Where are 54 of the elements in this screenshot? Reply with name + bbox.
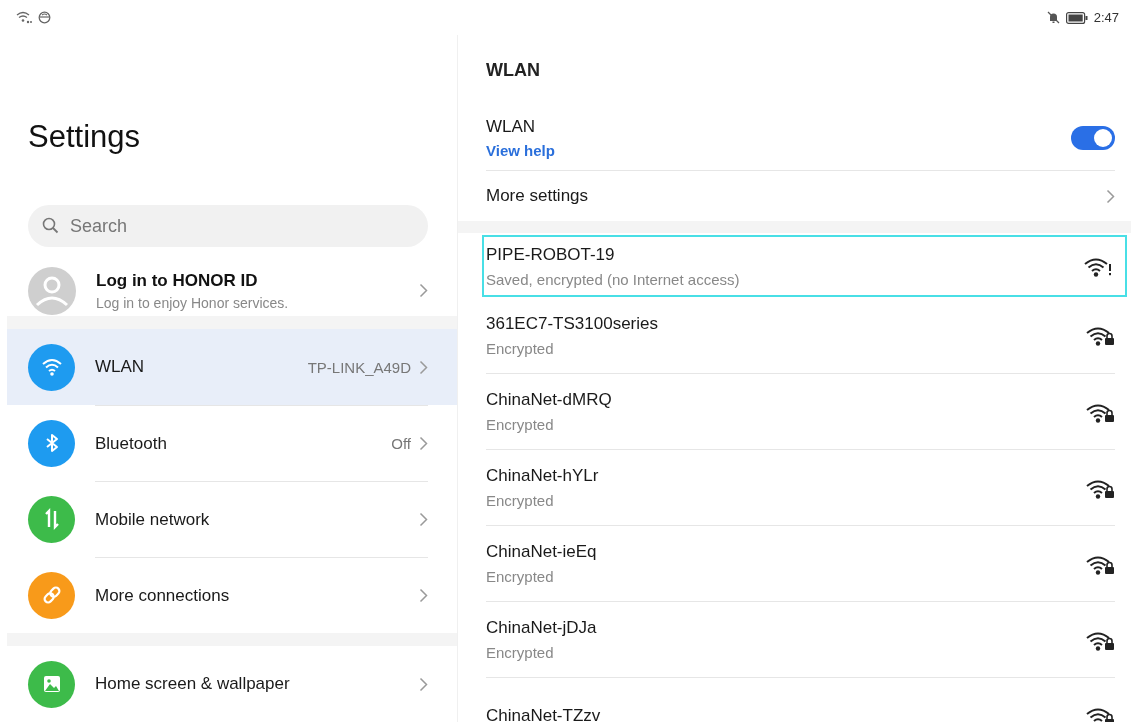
item-label: More connections — [95, 585, 231, 606]
settings-item[interactable]: WLAN TP-LINK_A49D — [7, 329, 457, 405]
chevron-right-icon — [419, 283, 428, 298]
wlan-toggle-label: WLAN — [486, 116, 536, 137]
chevron-right-icon — [419, 512, 428, 527]
chevron-right-icon — [419, 676, 428, 692]
account-title[interactable]: Log in to HONOR ID — [96, 270, 399, 291]
battery-icon — [1065, 11, 1088, 24]
chevron-right-icon — [1106, 188, 1115, 204]
clock-time: 2:47 — [1093, 10, 1119, 25]
item-label: WLAN — [95, 357, 146, 377]
network-name: ChinaNet-dMRQ — [486, 390, 612, 410]
network-name: PIPE-ROBOT-19 — [486, 244, 615, 265]
network-name: 361EC7-TS3100series — [486, 313, 658, 334]
view-help-link[interactable]: View help — [486, 141, 555, 159]
item-label: Mobile network — [95, 509, 211, 530]
network-item[interactable]: ChinaNet-TZzv — [486, 677, 1115, 722]
network-item[interactable]: ChinaNet-ieEq Encrypted — [486, 525, 1115, 601]
network-status: Encrypted — [486, 568, 554, 585]
network-name: ChinaNet-hYLr — [486, 466, 599, 486]
item-value: TP-LINK_A49D — [307, 358, 411, 376]
page-title: Settings — [28, 118, 140, 156]
avatar-icon — [28, 266, 76, 315]
wifi-signal-icon — [16, 11, 32, 24]
chevron-right-icon — [419, 436, 428, 451]
network-name: ChinaNet-jDJa — [486, 618, 597, 638]
network-status: Encrypted — [486, 339, 554, 357]
network-status: Saved, encrypted (no Internet access) — [486, 270, 740, 288]
search-icon — [42, 217, 59, 234]
settings-item[interactable]: Home screen & wallpaper — [7, 646, 457, 722]
network-name: ChinaNet-ieEq — [486, 542, 597, 562]
settings-item[interactable]: Bluetooth Off — [7, 405, 457, 481]
account-subtitle: Log in to enjoy Honor services. — [96, 294, 290, 311]
settings-item[interactable]: Mobile network — [7, 481, 457, 557]
network-status: Encrypted — [486, 492, 554, 509]
network-item[interactable]: ChinaNet-jDJa Encrypted — [486, 601, 1115, 677]
more-settings-label[interactable]: More settings — [486, 186, 1106, 206]
muted-bell-icon — [1046, 11, 1060, 24]
search-field[interactable]: Search — [28, 205, 428, 247]
network-status: Encrypted — [486, 644, 554, 661]
network-item[interactable]: ChinaNet-dMRQ Encrypted — [486, 373, 1115, 449]
chevron-right-icon — [419, 359, 428, 375]
item-label: Home screen & wallpaper — [95, 674, 291, 694]
network-item[interactable]: ChinaNet-hYLr Encrypted — [486, 449, 1115, 525]
network-item[interactable]: 361EC7-TS3100series Encrypted — [486, 297, 1115, 373]
network-item[interactable]: PIPE-ROBOT-19 Saved, encrypted (no Internet access) — [482, 235, 1127, 297]
item-value: Off — [391, 435, 411, 452]
chevron-right-icon — [419, 588, 428, 603]
network-name: ChinaNet-TZzv — [486, 705, 601, 722]
circle-icon — [38, 11, 51, 24]
panel-title: WLAN — [486, 59, 540, 81]
wlan-switch[interactable] — [1071, 125, 1115, 150]
network-status: Encrypted — [486, 416, 554, 433]
item-label: Bluetooth — [95, 433, 168, 454]
